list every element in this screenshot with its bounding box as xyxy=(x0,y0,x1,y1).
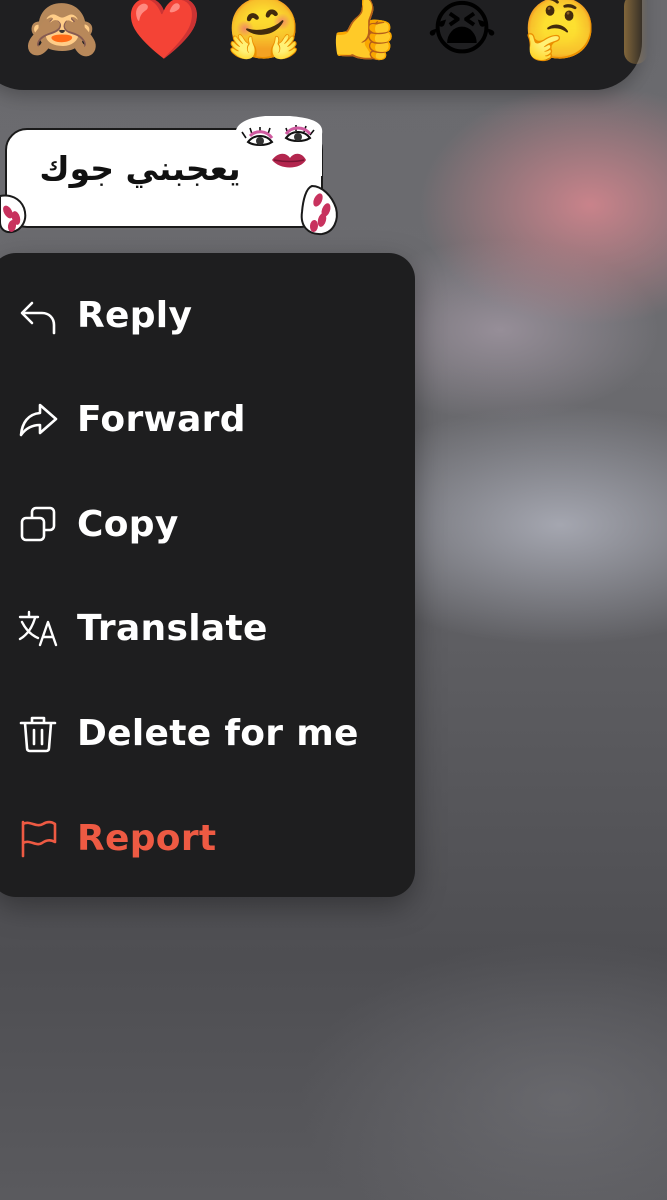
reaction-thinking-face[interactable]: 🤔 xyxy=(522,0,598,64)
thinking-face-icon: 🤔 xyxy=(522,0,598,64)
translate-icon xyxy=(18,608,58,648)
loudly-crying-face-icon: 😭 xyxy=(426,0,498,64)
menu-item-forward[interactable]: Forward xyxy=(0,367,405,471)
forward-icon xyxy=(18,399,58,439)
menu-item-report[interactable]: Report xyxy=(0,786,405,890)
reaction-thumbs-up[interactable]: 👍 xyxy=(325,0,401,64)
sticker-message[interactable]: يعجبني جوك xyxy=(0,116,340,238)
copy-icon xyxy=(18,504,58,544)
menu-item-label: Copy xyxy=(77,503,179,545)
menu-item-copy[interactable]: Copy xyxy=(0,472,405,576)
menu-item-label: Forward xyxy=(77,398,246,440)
menu-item-label: Translate xyxy=(77,607,268,649)
menu-item-reply[interactable]: Reply xyxy=(0,263,405,367)
reply-icon xyxy=(18,295,58,335)
menu-item-label: Reply xyxy=(77,294,193,336)
flag-icon xyxy=(18,818,58,858)
menu-item-label: Report xyxy=(77,817,217,859)
more-reactions-button[interactable] xyxy=(624,0,648,64)
reaction-see-no-evil-monkey[interactable]: 🙈 xyxy=(24,0,100,64)
trash-icon xyxy=(18,713,58,753)
menu-item-translate[interactable]: Translate xyxy=(0,576,405,680)
reaction-red-heart[interactable]: ❤️ xyxy=(126,0,202,64)
see-no-evil-monkey-icon: 🙈 xyxy=(24,0,100,64)
sticker-text: يعجبني جوك xyxy=(39,149,241,188)
menu-item-delete-for-me[interactable]: Delete for me xyxy=(0,681,405,785)
message-context-menu: Reply Forward Copy Translate Delete for … xyxy=(0,253,415,897)
menu-item-label: Delete for me xyxy=(77,712,359,754)
reaction-hugging-face[interactable]: 🤗 xyxy=(226,0,302,64)
red-heart-icon: ❤️ xyxy=(126,0,202,64)
reaction-loudly-crying-face[interactable]: 😭 xyxy=(424,0,500,64)
reaction-list: 🙈 ❤️ 🤗 👍 😭 🤔 xyxy=(0,0,667,74)
hugging-face-icon: 🤗 xyxy=(226,0,302,64)
thumbs-up-icon: 👍 xyxy=(325,0,401,64)
